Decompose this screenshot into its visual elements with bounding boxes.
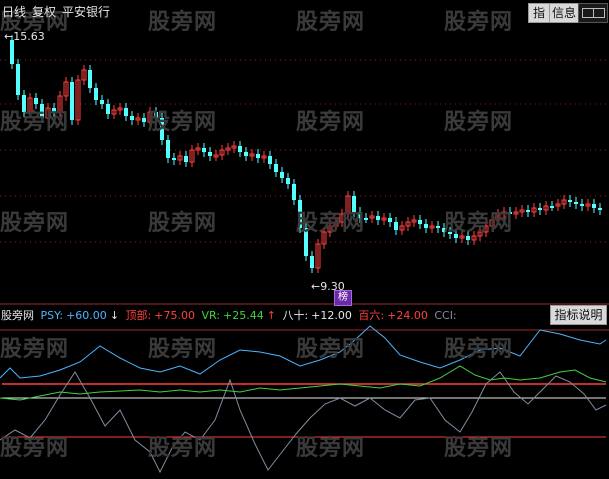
candle-body — [88, 70, 92, 88]
candle-body — [202, 148, 206, 152]
candle-body — [574, 202, 578, 204]
chart-header: 日线 复权 平安银行 — [2, 3, 116, 20]
top-label: 顶部: — [125, 309, 152, 322]
ranking-badge[interactable]: 榜 — [334, 290, 352, 306]
candle-body — [106, 104, 110, 114]
high-price-label: ←15.63 — [4, 30, 45, 43]
watermark: 股旁网 — [296, 10, 366, 35]
candle-body — [310, 256, 314, 268]
up-arrow-icon: ↑ — [266, 309, 276, 322]
watermark: 股旁网 — [148, 10, 218, 35]
psy-label: PSY: — [40, 309, 64, 322]
watermark: 股旁网 — [444, 10, 514, 35]
vr-label: VR: — [201, 309, 221, 322]
candle-body — [394, 222, 398, 230]
candle-body — [16, 64, 20, 95]
watermark: 股旁网 — [296, 436, 366, 461]
bai-label: 百六: — [358, 309, 385, 322]
candle-body — [280, 172, 284, 178]
candle-body — [274, 164, 278, 172]
candle-body — [388, 218, 392, 222]
watermark: 股旁网 — [148, 110, 218, 135]
indicator-button[interactable]: 指 — [528, 3, 550, 23]
watermark: 股旁网 — [444, 211, 514, 236]
indicator-legend: 股旁网 PSY: +60.00 ↓ 顶部: +75.00 VR: +25.44 ↑ 八十:… — [1, 307, 460, 323]
watermark: 股旁网 — [444, 337, 514, 362]
eighty-label: 八十: — [282, 309, 309, 322]
candle-body — [10, 40, 14, 64]
candle-body — [538, 208, 542, 210]
candle-body — [100, 100, 104, 104]
candle-body — [70, 82, 74, 120]
candle-body — [256, 154, 260, 158]
candle-body — [292, 184, 296, 200]
candle-body — [208, 152, 212, 156]
psy-value: +60.00 — [66, 309, 107, 322]
watermark: 股旁网 — [0, 110, 70, 135]
candle-body — [418, 220, 422, 224]
candle-body — [124, 108, 128, 116]
down-arrow-icon: ↓ — [109, 309, 120, 322]
watermark: 股旁网 — [296, 211, 366, 236]
candle-body — [94, 88, 98, 100]
candle-body — [424, 224, 428, 228]
candle-body — [568, 200, 572, 202]
candle-body — [142, 118, 146, 122]
candle-body — [166, 140, 170, 158]
candle-body — [172, 158, 176, 160]
candle-body — [592, 204, 596, 208]
watermark: 股旁网 — [296, 110, 366, 135]
vr-value: +25.44 — [223, 309, 264, 322]
watermark: 股旁网 — [148, 211, 218, 236]
indicator-name[interactable]: 股旁网 — [1, 309, 34, 322]
chart-canvas[interactable] — [0, 0, 609, 479]
watermark: 股旁网 — [0, 337, 70, 362]
watermark: 股旁网 — [0, 436, 70, 461]
candle-body — [526, 210, 530, 212]
candle-body — [550, 206, 554, 208]
candle-body — [598, 208, 602, 210]
period-label[interactable]: 日线 — [2, 5, 26, 19]
watermark: 股旁网 — [444, 110, 514, 135]
candle-body — [286, 178, 290, 184]
window-restore-icon[interactable] — [578, 3, 608, 23]
candle-body — [244, 152, 248, 156]
watermark: 股旁网 — [148, 436, 218, 461]
info-button[interactable]: 信息 — [549, 3, 579, 23]
candle-body — [376, 216, 380, 220]
adjust-label[interactable]: 复权 — [32, 5, 56, 19]
watermark: 股旁网 — [0, 211, 70, 236]
eighty-value: +12.00 — [311, 309, 352, 322]
indicator-explain-button[interactable]: 指标说明 — [550, 305, 607, 325]
candle-body — [580, 204, 584, 206]
watermark: 股旁网 — [444, 436, 514, 461]
candle-body — [130, 116, 134, 120]
candle-body — [238, 146, 242, 152]
candle-body — [184, 156, 188, 162]
stock-chart-window: 股旁网 股旁网 股旁网 股旁网 股旁网 股旁网 股旁网 股旁网 股旁网 股旁网 … — [0, 0, 609, 479]
watermark: 股旁网 — [296, 337, 366, 362]
candle-body — [268, 156, 272, 164]
stock-name: 平安银行 — [62, 5, 111, 19]
candle-body — [436, 226, 440, 228]
watermark: 股旁网 — [148, 337, 218, 362]
cci-label: CCI: — [434, 309, 457, 322]
top-value: +75.00 — [154, 309, 195, 322]
vr-line — [0, 365, 607, 401]
bai-value: +24.00 — [387, 309, 428, 322]
